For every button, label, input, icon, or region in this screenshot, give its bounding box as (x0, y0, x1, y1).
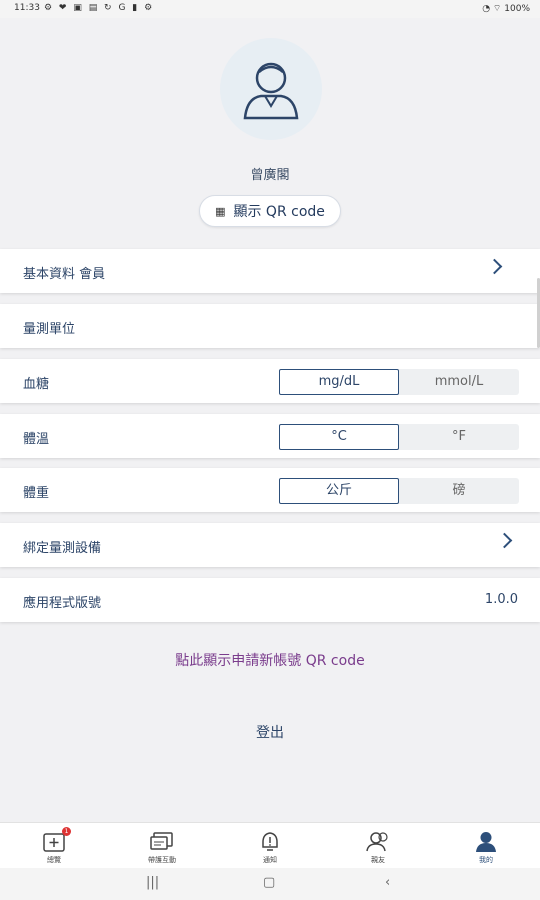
home-icon[interactable]: ▢ (263, 875, 275, 890)
unit-option-lb[interactable]: 磅 (399, 478, 519, 504)
unit-option-mgdl[interactable]: mg/dL (279, 369, 399, 395)
blood-sugar-unit-toggle: mg/dL mmol/L (279, 369, 519, 395)
temperature-unit-toggle: °C °F (279, 424, 519, 450)
profile-icon (476, 832, 496, 852)
tab-label: 總覽 (47, 856, 61, 864)
chat-icon (150, 832, 173, 850)
notification-badge: 1 (62, 827, 71, 836)
blood-sugar-row: 血糖 mg/dL mmol/L (0, 359, 540, 403)
tab-care-interaction[interactable]: 帶護互動 (108, 823, 216, 869)
weight-unit-toggle: 公斤 磅 (279, 478, 519, 504)
tab-overview[interactable]: 1 總覽 (0, 823, 108, 869)
back-icon[interactable]: ‹ (385, 875, 390, 890)
user-name: 曾廣閣 (250, 168, 290, 183)
basic-info-row[interactable]: 基本資料 會員 (0, 249, 540, 293)
bottom-tab-bar: 1 總覽 帶護互動 通知 親友 我的 (0, 822, 540, 869)
avatar[interactable] (220, 38, 322, 140)
tab-label: 帶護互動 (148, 856, 176, 864)
chevron-right-icon (496, 532, 513, 549)
blood-sugar-label: 血糖 (23, 377, 50, 392)
tab-notifications[interactable]: 通知 (216, 823, 324, 869)
app-version-value: 1.0.0 (484, 592, 518, 607)
status-right: ◔ ⌔ 100% (482, 3, 530, 14)
qr-code-icon: ▦ (215, 204, 226, 218)
basic-info-label: 基本資料 會員 (23, 267, 106, 282)
tab-profile[interactable]: 我的 (432, 823, 540, 869)
weight-label: 體重 (23, 486, 50, 501)
unit-option-kg[interactable]: 公斤 (279, 478, 399, 504)
tab-label: 親友 (371, 856, 385, 864)
contacts-icon (366, 832, 388, 852)
app-version-row: 應用程式版號 1.0.0 (0, 578, 540, 622)
temperature-label: 體溫 (23, 432, 50, 447)
bind-device-row[interactable]: 綁定量測設備 (0, 523, 540, 567)
unit-option-fahrenheit[interactable]: °F (399, 424, 519, 450)
show-qr-button[interactable]: ▦ 顯示 QR code (199, 195, 341, 227)
unit-option-mmol[interactable]: mmol/L (399, 369, 519, 395)
units-header-label: 量測單位 (23, 322, 76, 337)
app-version-label: 應用程式版號 (23, 596, 102, 611)
unit-option-celsius[interactable]: °C (279, 424, 399, 450)
logout-button[interactable]: 登出 (0, 722, 540, 742)
alert-icon (262, 832, 278, 851)
tab-label: 我的 (479, 856, 493, 864)
temperature-row: 體溫 °C °F (0, 414, 540, 458)
show-qr-label: 顯示 QR code (233, 204, 325, 220)
tab-contacts[interactable]: 親友 (324, 823, 432, 869)
notification-icons: ⚙ ❤ ▣ ▤ ↻ G ▮ ⚙ (44, 3, 155, 13)
weight-row: 體重 公斤 磅 (0, 468, 540, 512)
bind-device-label: 綁定量測設備 (23, 541, 102, 556)
chevron-right-icon (486, 258, 503, 275)
system-nav-bar: ||| ▢ ‹ (0, 868, 540, 900)
wifi-icon: ◔ ⌔ (482, 4, 505, 14)
status-time: 11:33 (14, 3, 40, 13)
user-avatar-icon (243, 62, 299, 120)
status-bar: 11:33 ⚙ ❤ ▣ ▤ ↻ G ▮ ⚙ ◔ ⌔ 100% (0, 0, 540, 18)
units-header-row: 量測單位 (0, 304, 540, 348)
tab-label: 通知 (263, 856, 277, 864)
recent-apps-icon[interactable]: ||| (146, 875, 159, 890)
battery-level: 100% (504, 4, 530, 14)
apply-account-qr-link[interactable]: 點此顯示申請新帳號 QR code (0, 650, 540, 670)
